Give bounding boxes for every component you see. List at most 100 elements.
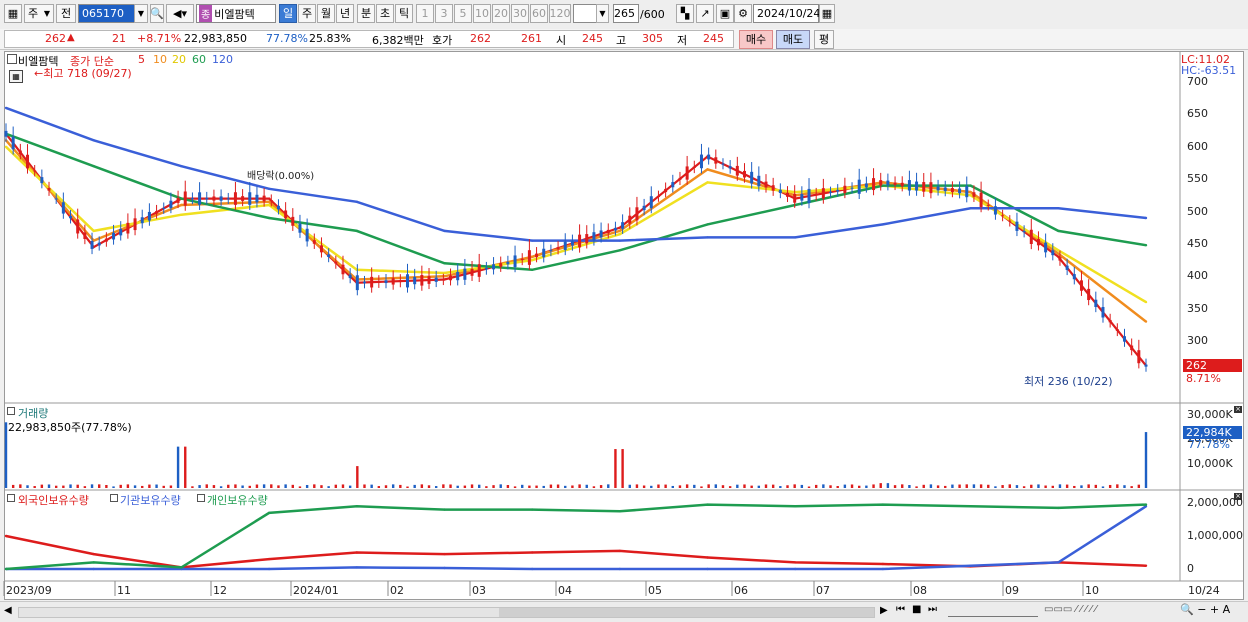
candle-body: [1065, 265, 1069, 270]
scrollbar-thumb[interactable]: [499, 608, 874, 617]
volume-bar: [399, 484, 402, 488]
candle-body: [183, 191, 187, 206]
holding-panel-toggle-icon[interactable]: [7, 494, 15, 502]
volume-bar: [298, 486, 302, 488]
volume-bar: [47, 484, 51, 488]
price-ytick: 600: [1187, 139, 1208, 153]
individual-holding-legend: 개인보유수량: [207, 494, 268, 507]
candle-body: [649, 196, 653, 209]
candle-body: [312, 240, 316, 244]
volume-bar: [944, 485, 947, 488]
ma-point-60: [1057, 229, 1060, 233]
volume-bar: [779, 486, 782, 488]
candle-body: [621, 222, 625, 229]
candle-body: [1058, 257, 1062, 261]
volume-bar: [664, 484, 667, 488]
stop-icon[interactable]: ■: [912, 604, 921, 615]
candle-body: [786, 192, 790, 197]
candle-body: [793, 193, 797, 203]
ma-point-20: [4, 145, 8, 148]
volume-value-note: 22,983,850주(77.78%): [8, 421, 132, 434]
holding-point-0: [355, 551, 358, 554]
volume-bar: [456, 485, 459, 488]
indiv-holding-toggle-icon[interactable]: [197, 494, 205, 502]
candle-body: [764, 181, 768, 188]
calculator-icon[interactable]: ▦: [9, 70, 23, 83]
volume-bar: [814, 484, 818, 488]
ma-point-120: [794, 236, 797, 239]
ma-point-20: [92, 229, 95, 233]
holding-ytick: 1,000,000: [1187, 529, 1243, 542]
volume-bar: [384, 485, 388, 488]
ma-point-20: [1057, 249, 1060, 252]
volume-bar: [356, 466, 359, 488]
holding-point-1: [355, 566, 358, 569]
volume-bar: [958, 484, 961, 488]
last-pct-tag: 8.71%: [1186, 372, 1221, 385]
inst-holding-toggle-icon[interactable]: [110, 494, 118, 502]
x-axis-label: 04: [558, 584, 572, 597]
ma-point-60: [267, 216, 271, 220]
candle-body: [241, 196, 245, 201]
candle-body: [535, 253, 539, 258]
ma-point-120: [180, 165, 183, 168]
volume-bar: [191, 486, 194, 488]
candle-body: [147, 211, 151, 221]
holding-point-1: [267, 567, 271, 571]
volume-bar: [1080, 485, 1083, 488]
candle-body: [757, 175, 761, 187]
holding-point-0: [443, 552, 446, 556]
horizontal-scrollbar[interactable]: [18, 607, 875, 618]
candle-body: [205, 197, 209, 200]
ma-point-120: [355, 200, 358, 203]
zoom-icons[interactable]: 🔍 − + A: [1180, 603, 1230, 616]
candle-body: [613, 227, 617, 231]
holding-point-2: [4, 567, 8, 571]
candle-body: [771, 185, 775, 191]
volume-bar: [858, 485, 861, 488]
holding-point-1: [1057, 561, 1060, 564]
volume-panel-toggle-icon[interactable]: [7, 407, 15, 415]
candle-body: [972, 192, 976, 197]
volume-panel-close-icon[interactable]: ×: [1234, 406, 1242, 413]
volume-bar: [320, 485, 323, 488]
holding-line-1: [6, 505, 1147, 571]
dividend-note: 배당락(0.00%): [247, 171, 315, 182]
candle-body: [33, 170, 37, 172]
volume-bar: [133, 485, 137, 488]
holding-ytick: 2,000,000: [1187, 496, 1243, 509]
candle-body: [864, 183, 868, 188]
volume-bar: [413, 484, 416, 488]
volume-bar: [176, 446, 180, 488]
x-axis-label: 2023/09: [6, 584, 52, 597]
volume-bar: [786, 485, 789, 488]
fast-forward-icon[interactable]: ⏭: [928, 604, 937, 615]
panel-toggle-icon[interactable]: [7, 54, 17, 64]
scroll-right-icon[interactable]: ▶: [880, 605, 888, 616]
zoom-slider[interactable]: [948, 606, 1038, 617]
holding-point-2: [443, 508, 446, 511]
volume-bar: [893, 485, 897, 488]
volume-bar: [341, 484, 345, 488]
scroll-left-icon[interactable]: ◀: [4, 605, 12, 616]
volume-bar: [728, 486, 732, 488]
candle-body: [1015, 221, 1019, 231]
volume-bar: [148, 484, 151, 488]
volume-bar: [836, 486, 839, 488]
volume-bar: [700, 486, 703, 488]
candle-body: [441, 279, 445, 281]
x-axis-label: 05: [648, 584, 662, 597]
volume-bar: [972, 484, 976, 488]
volume-bar: [205, 484, 208, 488]
candle-body: [750, 171, 754, 184]
volume-bar: [628, 484, 631, 488]
rewind-icon[interactable]: ⏮: [896, 604, 905, 615]
candle-body: [549, 250, 553, 252]
volume-bar: [1044, 485, 1047, 488]
candle-body: [520, 258, 524, 260]
layout-icons[interactable]: ▭▭▭ ⁄ ⁄ ⁄ ⁄ ⁄: [1044, 604, 1097, 615]
candle-body: [1130, 345, 1134, 351]
volume-bar: [714, 484, 718, 488]
holding-point-1: [618, 567, 621, 571]
candle-body: [90, 241, 94, 249]
